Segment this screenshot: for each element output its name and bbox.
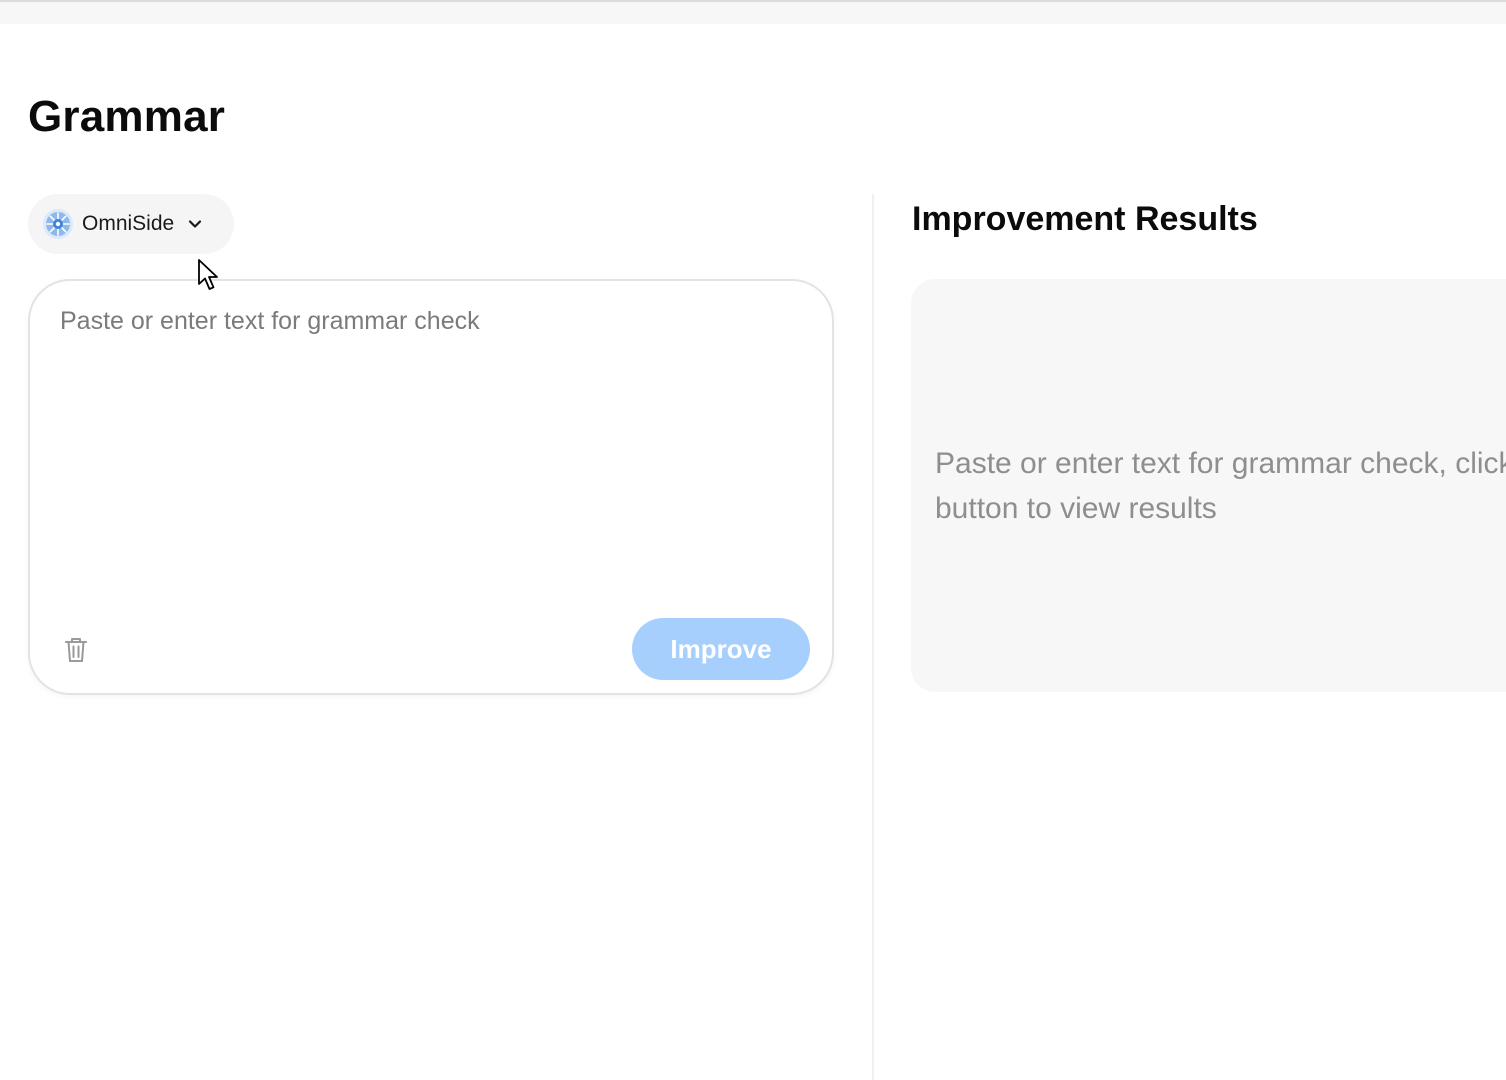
- results-title: Improvement Results: [912, 200, 1258, 238]
- chevron-down-icon: [189, 220, 202, 228]
- model-selector-label: OmniSide: [82, 212, 175, 235]
- mouse-cursor-icon: [198, 259, 218, 290]
- results-panel: Paste or enter text for grammar check, c…: [911, 279, 1506, 692]
- panel-divider: [872, 194, 874, 1080]
- trash-icon[interactable]: [62, 635, 90, 665]
- grammar-input-card: Improve: [28, 279, 834, 695]
- results-placeholder-text: Paste or enter text for grammar check, c…: [935, 447, 1506, 525]
- page-title: Grammar: [28, 92, 226, 141]
- window-top-bar: [0, 0, 1506, 24]
- improve-button[interactable]: Improve: [632, 618, 810, 680]
- model-selector-dropdown[interactable]: OmniSide: [28, 194, 234, 254]
- omniside-logo-icon: [43, 209, 73, 239]
- grammar-text-input[interactable]: [60, 307, 800, 607]
